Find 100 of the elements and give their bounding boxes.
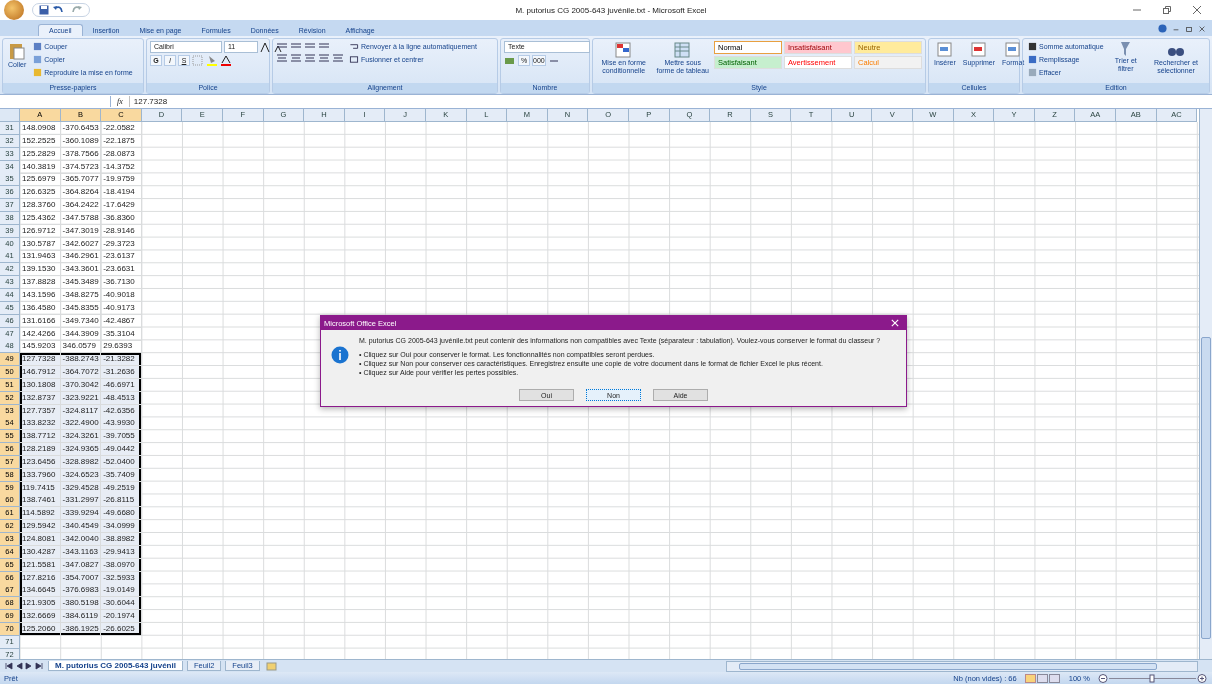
table-cell: 128.3760 [20, 199, 61, 213]
horizontal-scrollbar[interactable] [726, 660, 1198, 672]
table-cell: -40.9018 [101, 288, 142, 302]
help-icon[interactable] [1158, 24, 1167, 33]
table-cell: 130.5787 [20, 237, 61, 251]
table-cell: -364.8264 [60, 186, 102, 200]
table-cell: -29.3723 [101, 237, 142, 251]
new-sheet-icon[interactable] [263, 661, 280, 671]
table-cell: -331.2997 [60, 494, 102, 508]
zoom-slider-icon[interactable] [1098, 673, 1208, 683]
clipboard-icon [9, 42, 26, 60]
borders-icon[interactable] [192, 55, 204, 66]
restore-icon[interactable] [1185, 24, 1193, 33]
table-cell: -49.0442 [101, 443, 142, 457]
table-cell: -342.6027 [60, 237, 102, 251]
table-cell: 134.6645 [20, 584, 61, 598]
restore-icon[interactable] [1162, 5, 1172, 15]
table-cell: -19.9759 [101, 173, 142, 187]
table-cell: -40.9173 [101, 301, 142, 315]
align-icon[interactable] [276, 41, 288, 51]
table-cell: 131.6166 [20, 314, 61, 328]
table-cell: -22.1875 [101, 134, 142, 148]
table-cell: -19.0149 [101, 584, 142, 598]
info-icon [331, 346, 349, 364]
table-cell: 129.5942 [20, 520, 61, 534]
fill-color-icon[interactable] [206, 55, 218, 66]
close-icon[interactable] [1198, 24, 1206, 33]
table-cell: -324.9365 [60, 443, 102, 457]
table-cell: -28.0873 [101, 147, 142, 161]
table-cell: -374.5723 [60, 160, 102, 174]
cell-grid-icon [936, 42, 953, 58]
funnel-icon [1121, 42, 1131, 56]
table-cell: -35.3104 [101, 327, 142, 341]
table-cell: -324.3261 [60, 430, 102, 444]
sheet-nav-icon[interactable] [4, 662, 44, 670]
table-cell: 143.1596 [20, 288, 61, 302]
table-cell: 133.8232 [20, 417, 61, 431]
table-cell: 148.0908 [20, 122, 61, 135]
table-cell: -347.5788 [60, 211, 102, 225]
table-cell: 121.9305 [20, 597, 61, 611]
select-all-button[interactable] [0, 109, 20, 122]
close-icon[interactable] [1192, 5, 1202, 15]
table-cell: 125.6979 [20, 173, 61, 187]
cell-grid-icon [970, 42, 987, 58]
table-cell: -349.7340 [60, 314, 102, 328]
table-cell: 138.7712 [20, 430, 61, 444]
table-cell: -36.8360 [101, 211, 142, 225]
table-cell: 137.8828 [20, 276, 61, 290]
table-cell: -344.3909 [60, 327, 102, 341]
undo-icon[interactable] [52, 5, 66, 15]
table-cell: 132.6669 [20, 610, 61, 624]
table-cell: -340.4549 [60, 520, 102, 534]
table-cell: -30.6044 [101, 597, 142, 611]
wrap-text-icon [349, 42, 359, 51]
currency-icon[interactable] [504, 55, 516, 66]
grow-font-icon[interactable] [260, 41, 272, 53]
table-cell: -345.8355 [60, 301, 102, 315]
sheet-tab[interactable]: M. putorius CG 2005-643 juvénil [48, 661, 183, 671]
cell-grid-icon [1005, 42, 1022, 58]
table-cell: -18.4194 [101, 186, 142, 200]
table-cell: -39.7055 [101, 430, 142, 444]
table-cell: -14.3752 [101, 160, 142, 174]
table-cell: -365.7077 [60, 173, 102, 187]
table-cell: 140.3819 [20, 160, 61, 174]
formula-field[interactable]: 127.7328 [128, 96, 1212, 107]
table-cell: -339.9294 [60, 507, 102, 521]
table-cell: -364.2422 [60, 199, 102, 213]
table-cell: -380.5198 [60, 597, 102, 611]
font-color-icon[interactable] [220, 55, 232, 66]
table-cell: -34.0999 [101, 520, 142, 534]
table-cell: 125.4362 [20, 211, 61, 225]
table-cell: -20.1974 [101, 610, 142, 624]
table-cell: -346.2961 [60, 250, 102, 264]
table-cell: -345.3489 [60, 276, 102, 290]
table-cell: -343.3601 [60, 263, 102, 277]
table-cell: -376.6983 [60, 584, 102, 598]
table-cell: -22.0582 [101, 122, 142, 135]
table-cell: 139.1530 [20, 263, 61, 277]
table-cell: -28.9146 [101, 224, 142, 238]
view-buttons-icon[interactable] [1024, 673, 1061, 683]
table-cell: -36.7130 [101, 276, 142, 290]
table-cell: -384.6119 [60, 610, 102, 624]
save-icon[interactable] [39, 5, 49, 15]
table-cell: -42.4867 [101, 314, 142, 328]
vertical-scrollbar[interactable] [1199, 109, 1212, 659]
table-cell: 138.7461 [20, 494, 61, 508]
table-cell: -388.2743 [60, 353, 102, 367]
table-cell: -49.6680 [101, 507, 142, 521]
office-button[interactable] [4, 0, 24, 20]
table-cell: -370.6453 [60, 122, 102, 135]
table-cell: -17.6429 [101, 199, 142, 213]
table-cell: -23.6137 [101, 250, 142, 264]
table-cell: -378.7566 [60, 147, 102, 161]
table-cell: -364.7072 [60, 366, 102, 380]
function-button[interactable]: fx [111, 97, 129, 106]
table-cell: -43.9930 [101, 417, 142, 431]
table-cell: 124.8081 [20, 533, 61, 546]
table-icon [673, 42, 692, 58]
table-cell: -322.4900 [60, 417, 102, 431]
table-cell: 114.5892 [20, 507, 61, 521]
